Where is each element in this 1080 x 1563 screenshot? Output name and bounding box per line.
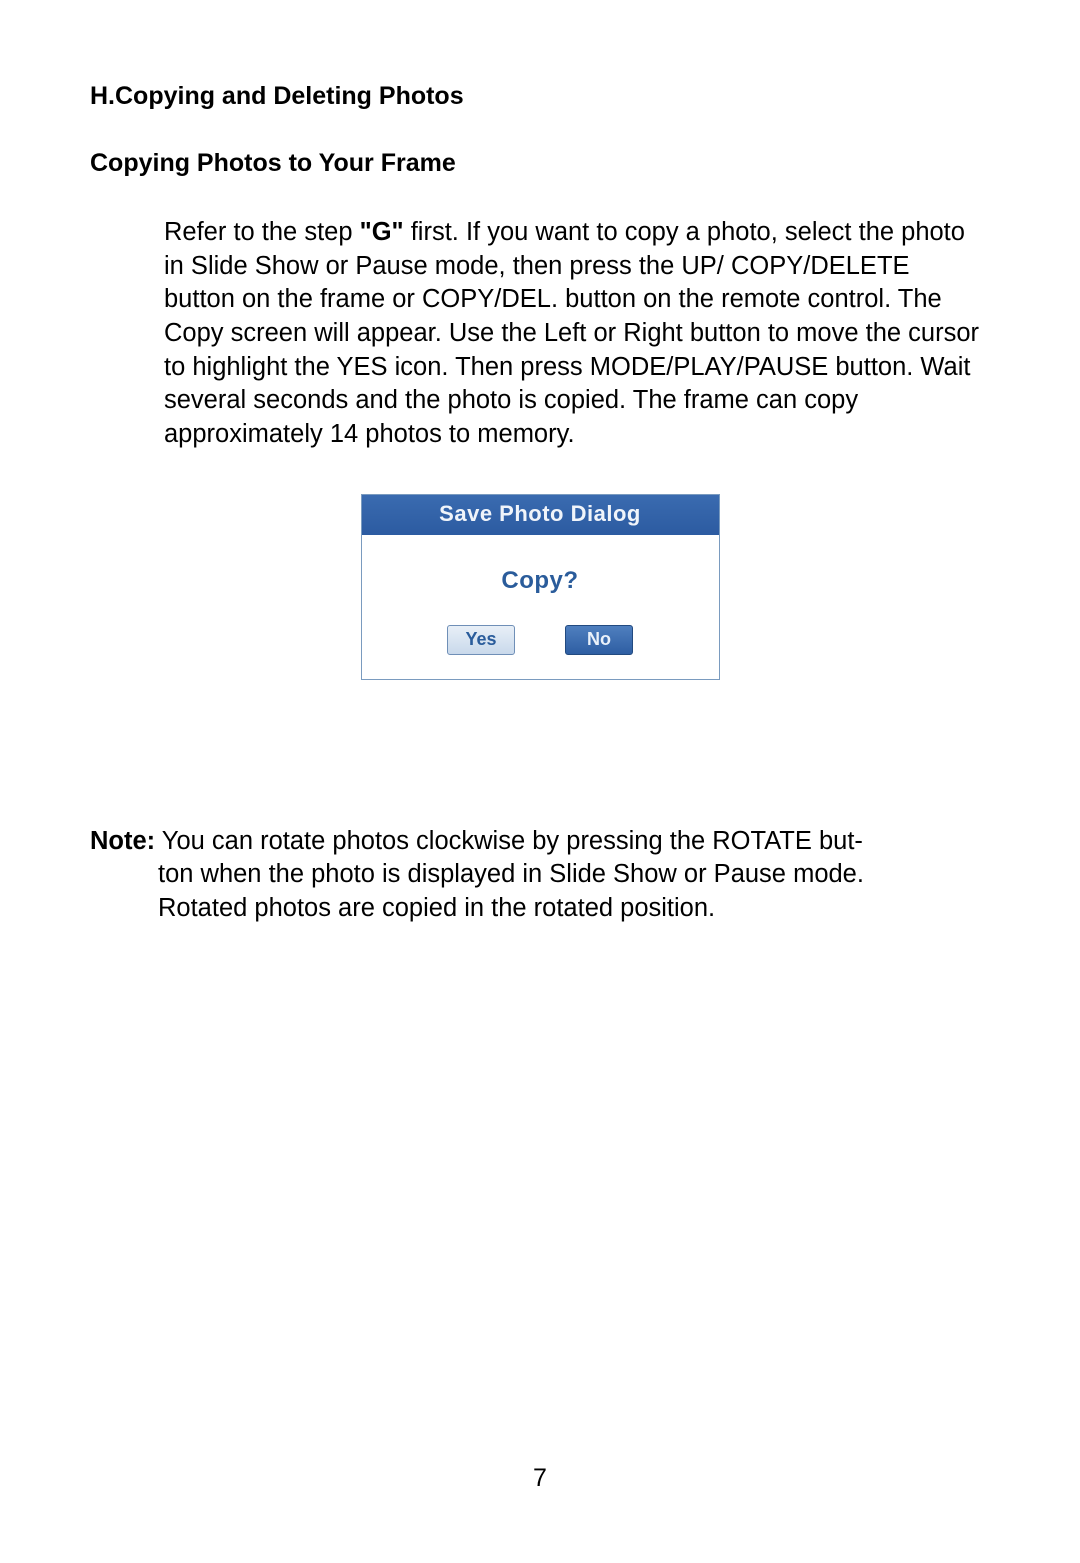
note-line-3: Rotated photos are copied in the rotated… [158,892,980,926]
note-line-2: ton when the photo is displayed in Slide… [158,858,980,892]
dialog-buttons-row: Yes No [362,625,719,679]
para-text-post: first. If you want to copy a photo, sele… [164,218,979,448]
page-number: 7 [0,1464,1080,1493]
yes-button[interactable]: Yes [447,625,515,655]
no-button[interactable]: No [565,625,633,655]
save-photo-dialog: Save Photo Dialog Copy? Yes No [361,494,720,680]
note-line-1-rest: You can rotate photos clockwise by press… [155,827,863,855]
document-page: H.Copying and Deleting Photos Copying Ph… [0,0,1080,926]
para-text-pre: Refer to the step [164,218,360,246]
section-heading: H.Copying and Deleting Photos [90,82,990,111]
instruction-paragraph: Refer to the step "G" first. If you want… [164,216,980,452]
note-block: Note: You can rotate photos clockwise by… [90,825,980,926]
dialog-prompt: Copy? [362,535,719,625]
subsection-heading: Copying Photos to Your Frame [90,149,990,178]
note-line-1: Note: You can rotate photos clockwise by… [90,825,980,859]
step-g-reference: "G" [360,218,404,246]
note-label: Note: [90,827,155,855]
dialog-title: Save Photo Dialog [362,495,719,535]
